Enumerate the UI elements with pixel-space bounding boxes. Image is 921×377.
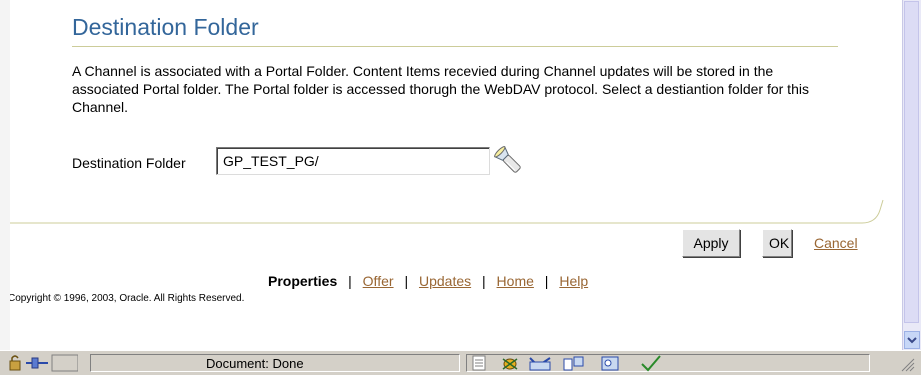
bug-icon[interactable]	[500, 354, 520, 372]
page-title: Destination Folder	[72, 14, 259, 40]
apply-button[interactable]: Apply	[682, 229, 740, 257]
nav-help-link[interactable]: Help	[559, 273, 588, 289]
vertical-scrollbar[interactable]	[902, 0, 921, 350]
nav-offer-link[interactable]: Offer	[363, 273, 394, 289]
destination-folder-label: Destination Folder	[72, 155, 186, 171]
status-bar: Document: Done	[0, 350, 921, 375]
nav-properties: Properties	[268, 273, 338, 289]
nav-updates-link[interactable]: Updates	[419, 273, 471, 289]
connection-plug-icon	[26, 357, 48, 369]
address-book-icon[interactable]	[600, 354, 620, 372]
status-text: Document: Done	[206, 356, 304, 371]
copyright-text: Copyright © 1996, 2003, Oracle. All Righ…	[10, 293, 245, 304]
security-lock-icon	[9, 355, 21, 371]
footer-nav: Properties | Offer | Updates | Home | He…	[268, 273, 588, 289]
ok-button[interactable]: OK	[762, 229, 792, 257]
section-divider	[10, 199, 884, 224]
edit-check-icon[interactable]	[640, 354, 664, 372]
nav-home-link[interactable]: Home	[497, 273, 534, 289]
nav-separator: |	[404, 273, 409, 289]
flashlight-icon[interactable]	[492, 144, 526, 178]
scroll-down-arrow-icon[interactable]	[904, 331, 920, 349]
nav-separator: |	[348, 273, 352, 289]
resize-grip-icon[interactable]	[896, 354, 916, 372]
composer-icon[interactable]	[562, 354, 586, 372]
page-content: Destination Folder A Channel is associat…	[10, 0, 903, 350]
scrollbar-thumb[interactable]	[904, 1, 919, 323]
destination-folder-input[interactable]	[216, 147, 490, 175]
status-icons-panel	[466, 354, 870, 372]
page-icon	[472, 355, 486, 371]
title-divider	[72, 46, 838, 47]
nav-separator: |	[544, 273, 549, 289]
status-left-icons	[8, 354, 79, 372]
page-description: A Channel is associated with a Portal Fo…	[72, 63, 809, 115]
nav-separator: |	[482, 273, 486, 289]
cancel-link[interactable]: Cancel	[814, 235, 858, 251]
mail-icon[interactable]	[528, 354, 552, 372]
